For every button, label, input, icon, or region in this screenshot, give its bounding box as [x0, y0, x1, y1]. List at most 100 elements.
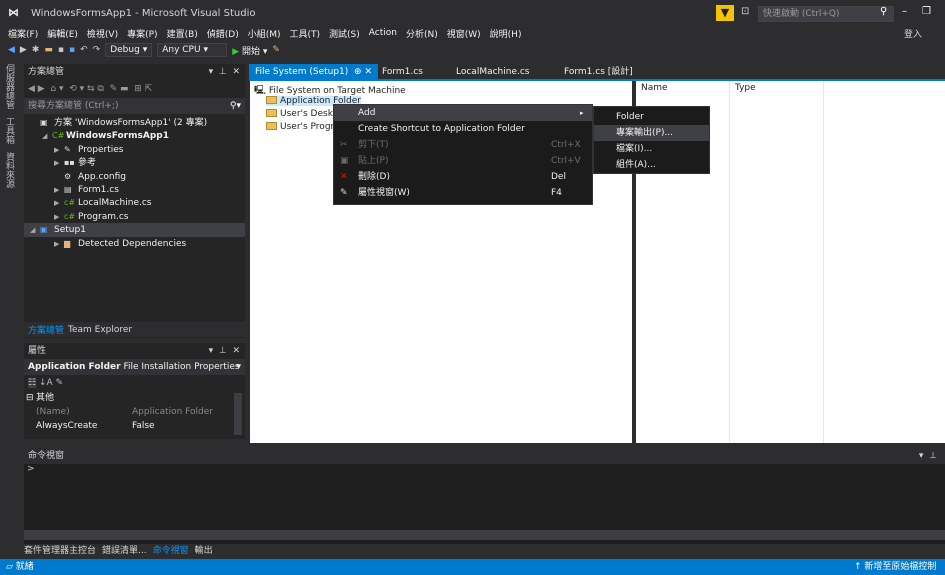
context-menu-item[interactable]: ✕ 刪除(D) Del	[334, 169, 592, 185]
expand-arrow-icon[interactable]: ▶	[54, 157, 64, 170]
forward-icon[interactable]: ▶	[20, 45, 27, 55]
tab-team-explorer[interactable]: Team Explorer	[68, 325, 132, 335]
menu-item[interactable]: 小組(M)	[248, 27, 281, 40]
property-row[interactable]: (Name) Application Folder	[24, 405, 245, 419]
search-icon[interactable]: ⚲	[880, 6, 887, 17]
categorized-icon[interactable]: ☷	[28, 378, 37, 388]
tab-package-manager-console[interactable]: 套件管理器主控台	[24, 543, 96, 556]
data-sources-tab[interactable]: 資料來源	[3, 152, 16, 188]
tab-error-list[interactable]: 錯誤清單...	[102, 543, 147, 556]
pin-icon[interactable]: ✎	[272, 45, 280, 55]
column-header-type[interactable]: Type	[735, 83, 756, 93]
close-icon[interactable]: ✕	[364, 67, 372, 77]
users-desktop-node[interactable]: User's Deskt	[266, 109, 336, 119]
alphabetical-icon[interactable]: ↓A	[39, 378, 53, 388]
expand-arrow-icon[interactable]: ▶	[54, 197, 64, 210]
server-explorer-tab[interactable]: 伺服器總管	[3, 64, 16, 109]
open-file-icon[interactable]: ▬	[44, 45, 53, 55]
tab-localmachine-cs[interactable]: LocalMachine.cs	[450, 64, 558, 80]
tab-form1-cs[interactable]: Form1.cs	[378, 64, 450, 80]
tab-command-window[interactable]: 命令視窗	[153, 543, 189, 556]
feedback-icon[interactable]: ⊡	[741, 6, 749, 17]
tree-item[interactable]: ▣ 方案 'WindowsFormsApp1' (2 專案)	[24, 116, 245, 129]
toolbox-tab[interactable]: 工具箱	[3, 117, 16, 144]
submenu-item[interactable]: 檔案(I)...	[594, 141, 709, 157]
tree-item[interactable]: ▶ ▆ Detected Dependencies	[24, 237, 245, 250]
menu-item[interactable]: 測試(S)	[329, 27, 360, 40]
properties-scrollbar[interactable]	[234, 393, 242, 435]
expand-arrow-icon[interactable]: ▶	[54, 211, 64, 224]
start-button[interactable]: ▶ 開始 ▾	[232, 44, 267, 57]
menu-item[interactable]: 專案(P)	[127, 27, 157, 40]
tree-item[interactable]: ⚙ App.config	[24, 170, 245, 183]
expand-arrow-icon[interactable]: ▶	[54, 184, 64, 197]
tree-item[interactable]: ▶ c# LocalMachine.cs	[24, 196, 245, 209]
menu-item[interactable]: 檔案(F)	[8, 27, 38, 40]
panel-window-buttons[interactable]: ▾ ⊥ ✕	[209, 343, 240, 359]
expand-arrow-icon[interactable]: ▶	[54, 238, 64, 251]
back-icon[interactable]: ◀ ▶ ⌂ ▾ ⟲ ▾ ⇆ ⧉ ✎ ▬ ⊞ ⇱	[28, 84, 152, 94]
menu-item[interactable]: 工具(T)	[290, 27, 321, 40]
submenu-item[interactable]: Folder	[594, 109, 709, 125]
panel-window-buttons[interactable]: ▾ ⊥	[919, 449, 937, 464]
menu-item[interactable]: 檢視(V)	[87, 27, 118, 40]
menu-item[interactable]: Action	[369, 28, 397, 38]
context-menu-item[interactable]: Add ▸	[334, 105, 592, 121]
tab-file-system-setup1[interactable]: File System (Setup1) ⊕ ✕	[249, 64, 378, 80]
standard-toolbar: ◀ ▶ ✱ ▬ ▪ ▪ ↶ ↷ Debug ▾ Any CPU ▾ ▶ 開始 ▾…	[8, 42, 285, 58]
add-to-source-control-button[interactable]: ↑ 新增至原始檔控制	[854, 559, 936, 575]
solution-search-input[interactable]: 搜尋方案總管 (Ctrl+;) ⚲▾	[24, 98, 245, 114]
tree-item[interactable]: ◢ C# WindowsFormsApp1	[24, 129, 245, 142]
command-window-scrollbar[interactable]	[24, 530, 945, 540]
menu-item[interactable]: 分析(N)	[406, 27, 438, 40]
property-object-selector[interactable]: Application Folder File Installation Pro…	[24, 359, 245, 375]
new-project-icon[interactable]: ✱	[32, 45, 40, 55]
redo-icon[interactable]: ↷	[93, 45, 101, 55]
property-category[interactable]: ⊟ 其他	[24, 391, 245, 405]
back-icon[interactable]: ◀	[8, 45, 15, 55]
command-prompt[interactable]: >	[24, 464, 945, 474]
search-icon[interactable]: ⚲▾	[230, 98, 241, 114]
submenu-item[interactable]: 組件(A)...	[594, 157, 709, 173]
menu-item[interactable]: 偵錯(D)	[207, 27, 239, 40]
tree-item[interactable]: ▶ ✎ Properties	[24, 143, 245, 156]
tab-form1-designer[interactable]: Form1.cs [設計]	[558, 64, 639, 80]
context-menu-item[interactable]: ▣ 貼上(P) Ctrl+V	[334, 153, 592, 169]
quick-launch-input[interactable]: 快速啟動 (Ctrl+Q)	[758, 6, 894, 22]
context-menu-label: Add	[358, 108, 376, 118]
menu-item[interactable]: 說明(H)	[490, 27, 522, 40]
submenu-item[interactable]: 專案輸出(P)...	[594, 125, 709, 141]
restore-icon[interactable]: ❐	[922, 6, 931, 17]
context-menu-item[interactable]: Create Shortcut to Application Folder	[334, 121, 592, 137]
panel-window-buttons[interactable]: ▾ ⊥ ✕	[209, 64, 240, 80]
menu-item[interactable]: 建置(B)	[167, 27, 198, 40]
expand-arrow-icon[interactable]: ▶	[54, 144, 64, 157]
notification-filter-icon[interactable]: ▼	[716, 5, 734, 21]
expand-arrow-icon[interactable]: ◢	[30, 224, 40, 237]
users-programs-node[interactable]: User's Progra	[266, 122, 340, 132]
tab-output[interactable]: 輸出	[195, 543, 213, 556]
sign-in-link[interactable]: 登入	[904, 27, 922, 40]
tree-item[interactable]: ▶ ▪▪ 參考	[24, 156, 245, 169]
property-pages-icon[interactable]: ✎	[56, 378, 64, 388]
tree-item-label: LocalMachine.cs	[78, 198, 152, 209]
pin-icon[interactable]: ⊕	[354, 67, 362, 77]
solution-platform-dropdown[interactable]: Any CPU ▾	[157, 43, 228, 57]
context-menu-item[interactable]: ✎ 屬性視窗(W) F4	[334, 185, 592, 201]
tab-solution-explorer[interactable]: 方案總管	[28, 323, 64, 336]
menu-item[interactable]: 視窗(W)	[447, 27, 481, 40]
tree-item[interactable]: ▶ ▤ Form1.cs	[24, 183, 245, 196]
column-header-name[interactable]: Name	[641, 83, 668, 93]
undo-icon[interactable]: ↶	[80, 45, 88, 55]
tree-item[interactable]: ▶ c# Program.cs	[24, 210, 245, 223]
expand-arrow-icon[interactable]: ◢	[42, 130, 52, 143]
save-all-icon[interactable]: ▪	[69, 45, 75, 55]
minimize-icon[interactable]: –	[902, 6, 907, 17]
context-menu-item[interactable]: ✂ 剪下(T) Ctrl+X	[334, 137, 592, 153]
property-row[interactable]: AlwaysCreate False	[24, 419, 245, 433]
solution-config-dropdown[interactable]: Debug ▾	[105, 43, 153, 57]
property-object-name: Application Folder	[28, 362, 121, 372]
save-icon[interactable]: ▪	[58, 45, 64, 55]
tree-item[interactable]: ◢ ▣ Setup1	[24, 223, 245, 237]
menu-item[interactable]: 編輯(E)	[47, 27, 78, 40]
